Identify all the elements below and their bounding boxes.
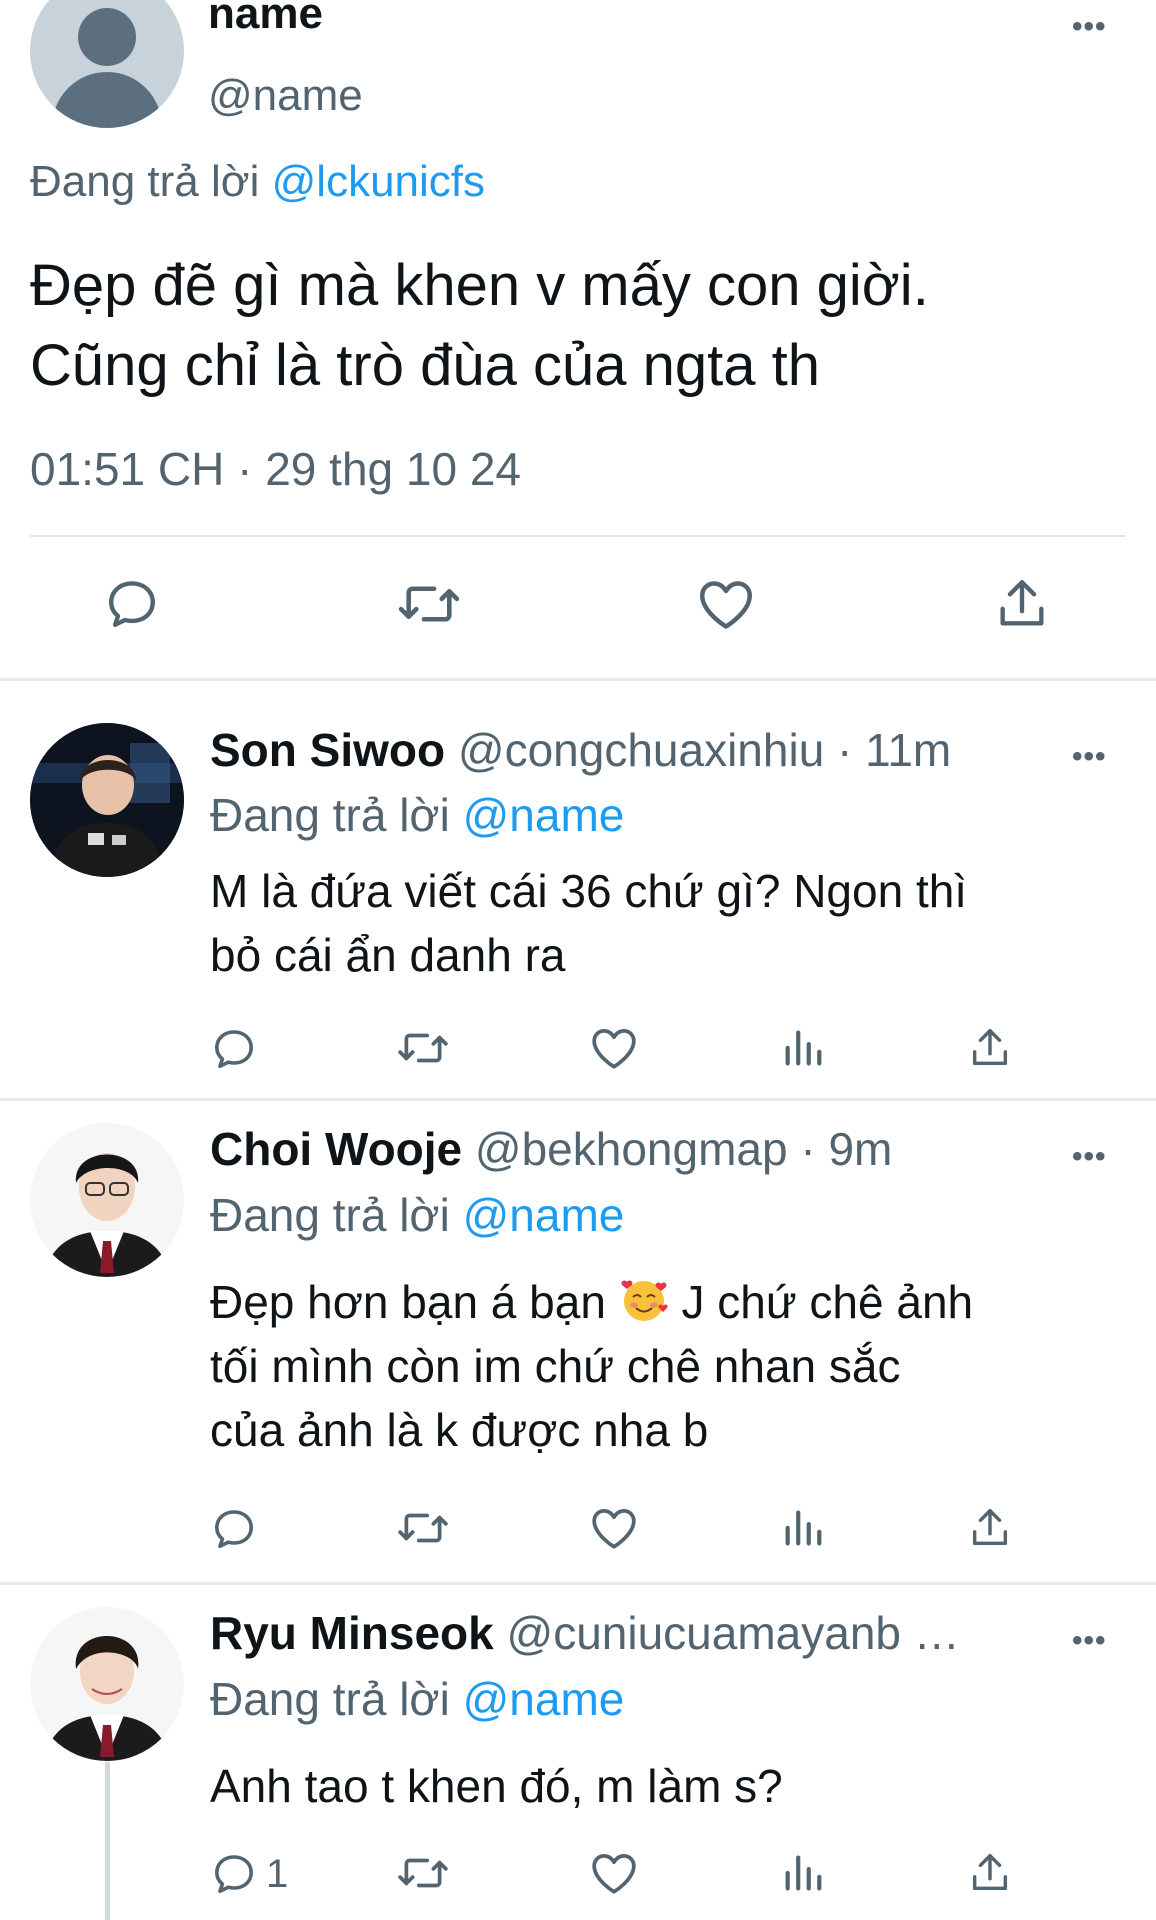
main-tweet: name @name ••• Đang trả lời @lckunicfs Đ… bbox=[0, 0, 1156, 680]
reply-text: M là đứa viết cái 36 chứ gì? Ngon thì bỏ… bbox=[210, 859, 1110, 987]
share-icon[interactable] bbox=[967, 1850, 1013, 1896]
reply-text-line: tối mình còn im chứ chê nhan sắc bbox=[210, 1340, 901, 1392]
reply-time[interactable]: · 9m bbox=[788, 1123, 892, 1175]
reply-tweet[interactable]: Choi Wooje @bekhongmap · 9m ••• Đang trả… bbox=[0, 1100, 1156, 1582]
reply-text-line: của ảnh là k được nha b bbox=[210, 1404, 709, 1456]
author-handle[interactable]: @cuniucuamayanb … bbox=[507, 1607, 960, 1659]
reply-header: Choi Wooje @bekhongmap · 9m bbox=[210, 1126, 892, 1172]
replying-to: Đang trả lời @name bbox=[210, 792, 624, 838]
replying-to-label: Đang trả lời bbox=[210, 789, 450, 841]
reply-text-line: Đẹp hơn bạn á bạn J chứ chê ảnh bbox=[210, 1270, 1110, 1334]
avatar[interactable] bbox=[30, 1123, 184, 1277]
share-icon[interactable] bbox=[967, 1505, 1013, 1551]
replying-to: Đang trả lời @lckunicfs bbox=[30, 160, 485, 204]
reply-button[interactable]: 1 bbox=[210, 1850, 288, 1898]
author-handle[interactable]: @bekhongmap bbox=[475, 1123, 788, 1175]
reply-actions bbox=[0, 1505, 1156, 1565]
views-icon[interactable] bbox=[780, 1505, 826, 1551]
avatar[interactable] bbox=[30, 723, 184, 877]
author-handle[interactable]: @congchuaxinhiu bbox=[458, 724, 824, 776]
author-name[interactable]: Choi Wooje bbox=[210, 1123, 462, 1175]
share-icon[interactable] bbox=[967, 1025, 1013, 1071]
share-icon[interactable] bbox=[993, 575, 1051, 633]
reply-tweet[interactable]: Ryu Minseok @cuniucuamayanb … ••• Đang t… bbox=[0, 1584, 1156, 1920]
replying-to-mention[interactable]: @name bbox=[463, 1673, 625, 1725]
divider bbox=[30, 535, 1126, 537]
reply-text-segment: Đẹp hơn bạn á bạn bbox=[210, 1276, 606, 1328]
reply-header: Ryu Minseok @cuniucuamayanb … bbox=[210, 1610, 960, 1656]
reply-icon bbox=[215, 1855, 253, 1893]
views-icon[interactable] bbox=[780, 1850, 826, 1896]
like-icon[interactable] bbox=[696, 575, 756, 633]
retweet-icon[interactable] bbox=[396, 1505, 450, 1551]
reply-text-line: M là đứa viết cái 36 chứ gì? Ngon thì bbox=[210, 865, 968, 917]
avatar[interactable] bbox=[30, 1607, 184, 1761]
reply-text-segment: J chứ chê ảnh bbox=[681, 1276, 974, 1328]
reply-text-line: bỏ cái ẩn danh ra bbox=[210, 929, 566, 981]
reply-icon[interactable] bbox=[210, 1025, 258, 1073]
reply-text-line: Anh tao t khen đó, m làm s? bbox=[210, 1760, 783, 1812]
replying-to-mention[interactable]: @name bbox=[463, 1189, 625, 1241]
retweet-icon[interactable] bbox=[396, 575, 462, 633]
like-icon[interactable] bbox=[589, 1505, 639, 1551]
like-icon[interactable] bbox=[589, 1850, 639, 1896]
replying-to: Đang trả lời @name bbox=[210, 1676, 624, 1722]
smiling-face-with-hearts-icon bbox=[621, 1280, 668, 1321]
avatar[interactable] bbox=[30, 0, 184, 128]
replying-to-label: Đang trả lời bbox=[210, 1673, 450, 1725]
replying-to-mention[interactable]: @name bbox=[463, 789, 625, 841]
retweet-icon[interactable] bbox=[396, 1850, 450, 1896]
reply-time[interactable]: · 11m bbox=[824, 724, 951, 776]
avatar-photo bbox=[30, 1123, 184, 1277]
reply-text: Đẹp hơn bạn á bạn J chứ chê ảnh tối mình… bbox=[210, 1270, 1110, 1462]
avatar-photo bbox=[30, 723, 184, 877]
replying-to: Đang trả lời @name bbox=[210, 1192, 624, 1238]
views-icon[interactable] bbox=[780, 1025, 826, 1071]
tweet-actions bbox=[0, 575, 1156, 645]
like-icon[interactable] bbox=[589, 1025, 639, 1071]
default-avatar-body bbox=[52, 72, 162, 128]
more-options-icon[interactable]: ••• bbox=[1072, 1142, 1107, 1172]
tweet-text-line: Đẹp đẽ gì mà khen v mấy con giời. bbox=[30, 253, 929, 318]
more-options-icon[interactable]: ••• bbox=[1072, 1626, 1107, 1656]
replying-to-mention[interactable]: @lckunicfs bbox=[272, 157, 485, 206]
author-name[interactable]: Son Siwoo bbox=[210, 724, 445, 776]
replying-to-label: Đang trả lời bbox=[210, 1189, 450, 1241]
author-name[interactable]: name bbox=[208, 0, 323, 36]
reply-count: 1 bbox=[266, 1851, 289, 1896]
author-name[interactable]: Ryu Minseok bbox=[210, 1607, 494, 1659]
default-avatar-head bbox=[78, 8, 136, 66]
replying-to-label: Đang trả lời bbox=[30, 157, 260, 206]
more-options-icon[interactable]: ••• bbox=[1072, 12, 1107, 42]
reply-actions bbox=[0, 1025, 1156, 1085]
retweet-icon[interactable] bbox=[396, 1025, 450, 1071]
author-handle[interactable]: @name bbox=[208, 74, 363, 118]
tweet-text-line: Cũng chỉ là trò đùa của ngta th bbox=[30, 333, 820, 398]
reply-text: Anh tao t khen đó, m làm s? bbox=[210, 1754, 1110, 1818]
tweet-timestamp[interactable]: 01:51 CH · 29 thg 10 24 bbox=[30, 446, 521, 492]
tweet-text: Đẹp đẽ gì mà khen v mấy con giời. Cũng c… bbox=[30, 246, 1130, 406]
reply-tweet[interactable]: Son Siwoo @congchuaxinhiu · 11m ••• Đang… bbox=[0, 680, 1156, 1098]
reply-icon[interactable] bbox=[103, 575, 161, 633]
more-options-icon[interactable]: ••• bbox=[1072, 742, 1107, 772]
reply-header: Son Siwoo @congchuaxinhiu · 11m bbox=[210, 727, 951, 773]
avatar-photo bbox=[30, 1607, 184, 1761]
reply-actions: 1 bbox=[0, 1850, 1156, 1910]
reply-icon[interactable] bbox=[210, 1505, 258, 1553]
